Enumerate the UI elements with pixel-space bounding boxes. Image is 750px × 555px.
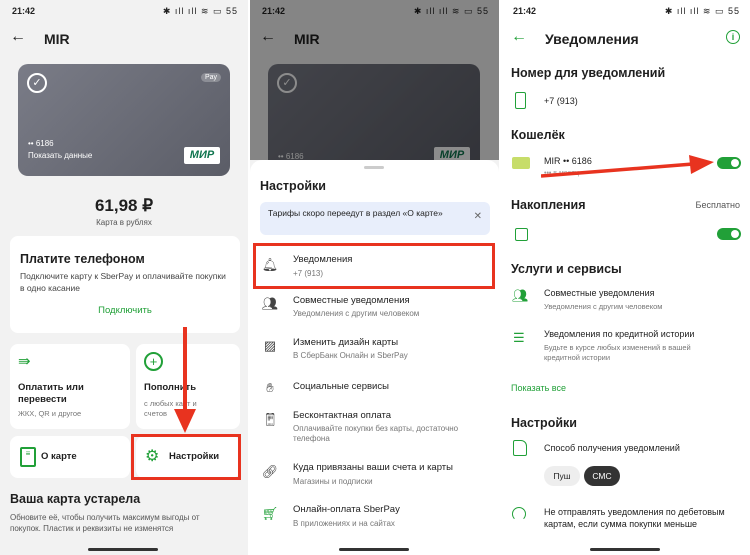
status-time: 21:42 — [513, 6, 537, 16]
settings-sheet-screen: 21:42 ✱ ıll ıll ≋ ▭ 55 ← MIR ✓ •• 6186 М… — [250, 0, 499, 555]
red-arrow-annotation — [174, 327, 196, 433]
page-title: MIR — [44, 31, 70, 47]
back-arrow-icon[interactable]: ← — [10, 28, 26, 46]
plus-circle-icon: + — [144, 352, 163, 371]
item-title: Изменить дизайн карты — [293, 337, 399, 348]
home-indicator — [88, 548, 158, 551]
home-indicator — [590, 548, 660, 551]
sheet-title: Настройки — [260, 179, 326, 193]
joint-notifications-title[interactable]: Совместные уведомления — [544, 288, 655, 298]
number-section-title: Номер для уведомлений — [511, 66, 666, 80]
pay-transfer-sub: ЖКХ, QR и другое — [18, 409, 82, 418]
card-screen: 21:42 ✱ ıll ıll ≋ ▭ 55 ← MIR ✓ Pay •• 61… — [0, 0, 248, 555]
pay-transfer-tile[interactable]: ⇛ Оплатить или перевести ЖКХ, QR и друго… — [10, 344, 130, 429]
sheet-handle[interactable] — [364, 166, 384, 169]
cart-icon: 🛒︎ — [261, 506, 279, 521]
settings-item-linked[interactable]: 🔗︎ Куда привязаны ваши счета и карты Маг… — [250, 458, 499, 492]
promo-text: Подключите карту к SberPay и оплачивайте… — [20, 271, 226, 293]
about-card-button[interactable]: ≡ О карте — [10, 436, 130, 478]
pay-badge: Pay — [200, 73, 221, 82]
item-sub: Уведомления с другим человеком — [293, 309, 420, 318]
savings-price: Бесплатно — [695, 200, 740, 210]
status-time: 21:42 — [12, 6, 36, 16]
info-icon[interactable]: i — [726, 30, 740, 44]
settings-item-sberpay[interactable]: 🛒︎ Онлайн-оплата SberPay В приложениях и… — [250, 500, 499, 534]
list-check-icon: ☰ — [513, 330, 525, 345]
item-title: Совместные уведомления — [293, 295, 410, 306]
item-title: Бесконтактная оплата — [293, 410, 392, 421]
item-sub: В приложениях и на сайтах — [293, 519, 395, 528]
link-icon: 🔗︎ — [261, 464, 279, 479]
check-icon: ✓ — [27, 73, 47, 93]
settings-item-design[interactable]: ▨ Изменить дизайн карты В СберБанк Онлай… — [250, 332, 499, 366]
status-icons: ✱ ıll ıll ≋ ▭ 55 — [664, 6, 740, 16]
wallet-section-title: Кошелёк — [511, 128, 565, 142]
settings-item-social[interactable]: ✋︎ Социальные сервисы — [250, 374, 499, 404]
item-title: Онлайн-оплата SberPay — [293, 504, 400, 515]
phone-number[interactable]: +7 (913) — [544, 96, 578, 106]
credit-history-sub: Будьте в курсе любых изменений в вашей к… — [544, 343, 691, 362]
close-icon[interactable]: ✕ — [474, 211, 482, 222]
highlight-box — [253, 243, 495, 289]
transfer-arrow-icon: ⇛ — [18, 353, 31, 370]
phone-icon — [515, 92, 526, 109]
pay-transfer-label: Оплатить или перевести — [18, 382, 84, 405]
home-indicator — [339, 548, 409, 551]
card-thumbnail-icon — [512, 157, 530, 169]
red-arrow-annotation — [541, 155, 714, 178]
settings-item-contactless[interactable]: 📱︎ Бесконтактная оплата Оплачивайте поку… — [250, 406, 499, 450]
balance-caption: Карта в рублях — [96, 218, 152, 227]
card-number: •• 6186 — [28, 139, 54, 148]
item-title: Куда привязаны ваши счета и карты — [293, 462, 453, 473]
info-banner-text: Тарифы скоро переедут в раздел «О карте» — [268, 208, 443, 218]
savings-section-title: Накопления — [511, 198, 586, 212]
item-sub: Оплачивайте покупки без карты, достаточн… — [293, 424, 459, 443]
mir-logo: МИР — [184, 147, 220, 164]
status-bar: 21:42 ✱ ıll ıll ≋ ▭ 55 — [501, 0, 750, 22]
about-card-label: О карте — [41, 451, 77, 462]
balance: 61,98 ₽ — [94, 196, 154, 215]
method-sms-chip[interactable]: СМС — [584, 466, 620, 486]
sberpay-promo: Платите телефоном Подключите карту к Sbe… — [10, 236, 240, 333]
image-icon: ▨ — [263, 338, 277, 353]
notifications-screen: 21:42 ✱ ıll ıll ≋ ▭ 55 ← Уведомления i Н… — [501, 0, 750, 555]
show-all-link[interactable]: Показать все — [511, 383, 566, 393]
bank-card[interactable]: ✓ Pay •• 6186 Показать данные МИР — [18, 64, 230, 176]
settings-item-joint[interactable]: 👥︎ Совместные уведомления Уведомления с … — [250, 290, 499, 324]
credit-history-title[interactable]: Уведомления по кредитной истории — [544, 329, 694, 339]
method-label: Способ получения уведомлений — [544, 443, 680, 453]
method-push-chip[interactable]: Пуш — [544, 466, 580, 486]
item-sub: Магазины и подписки — [293, 477, 373, 486]
people-icon: 👥︎ — [512, 288, 529, 303]
show-data-link[interactable]: Показать данные — [28, 151, 92, 160]
debit-threshold-text[interactable]: Не отправлять уведомления по дебетовым к… — [544, 506, 734, 530]
item-title: Социальные сервисы — [293, 381, 389, 392]
gauge-icon — [512, 507, 526, 521]
savings-notifications-toggle[interactable] — [717, 228, 741, 240]
screenshot-collage: 21:42 ✱ ıll ıll ≋ ▭ 55 ← MIR ✓ Pay •• 61… — [0, 0, 750, 555]
people-icon: 👥︎ — [261, 296, 279, 311]
item-sub: В СберБанк Онлайн и SberPay — [293, 351, 408, 360]
dim-overlay[interactable] — [250, 0, 499, 160]
handshake-icon: ✋︎ — [266, 380, 274, 395]
promo-title: Платите телефоном — [20, 252, 145, 266]
settings-section-title: Настройки — [511, 416, 577, 430]
info-banner: Тарифы скоро переедут в раздел «О карте»… — [260, 202, 490, 235]
page-title: Уведомления — [545, 31, 639, 47]
highlight-box — [131, 434, 241, 480]
safe-icon — [515, 228, 528, 241]
message-icon — [513, 440, 527, 456]
contactless-icon: 📱︎ — [261, 412, 279, 427]
outdated-title: Ваша карта устарела — [10, 492, 141, 506]
connect-link[interactable]: Подключить — [10, 305, 240, 316]
settings-bottom-sheet: Настройки Тарифы скоро переедут в раздел… — [250, 160, 499, 555]
services-section-title: Услуги и сервисы — [511, 262, 622, 276]
back-arrow-icon[interactable]: ← — [511, 28, 527, 46]
outdated-text: Обновите её, чтобы получить максимум выг… — [10, 513, 200, 533]
document-icon: ≡ — [20, 447, 36, 467]
status-bar: 21:42 ✱ ıll ıll ≋ ▭ 55 — [0, 0, 248, 22]
joint-notifications-sub: Уведомления с другим человеком — [544, 302, 663, 311]
wallet-notifications-toggle[interactable] — [717, 157, 741, 169]
status-icons: ✱ ıll ıll ≋ ▭ 55 — [162, 6, 238, 16]
